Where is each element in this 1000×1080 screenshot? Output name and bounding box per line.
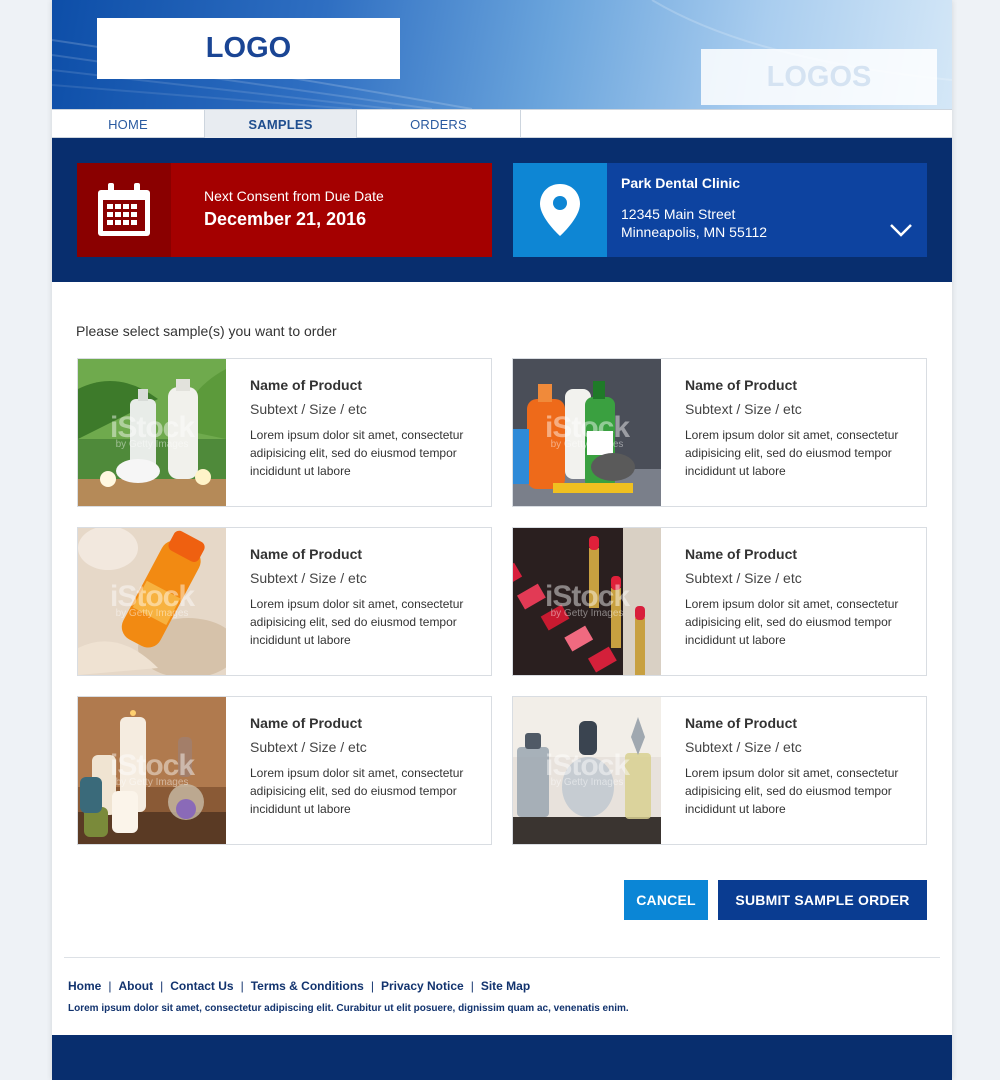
cleaning-supplies-photo: iStock by Getty Images bbox=[513, 359, 661, 506]
calendar-icon-box bbox=[77, 163, 171, 257]
clinic-selector[interactable]: Park Dental Clinic 12345 Main Street Min… bbox=[513, 163, 927, 257]
chevron-down-icon[interactable] bbox=[889, 222, 913, 238]
product-card[interactable]: iStock by Getty Images Name of Product Su… bbox=[512, 358, 927, 507]
footer-separator: | bbox=[470, 979, 474, 993]
footer-link-privacy[interactable]: Privacy Notice bbox=[381, 979, 464, 993]
header: LOGO LOGOS bbox=[52, 0, 952, 109]
product-subtext: Subtext / Size / etc bbox=[250, 739, 367, 755]
partner-logo-text: LOGOS bbox=[766, 60, 872, 93]
cancel-button[interactable]: CANCEL bbox=[624, 880, 708, 920]
product-description: Lorem ipsum dolor sit amet, consectetur … bbox=[250, 428, 464, 478]
page: LOGO LOGOS HOME SAMPLES ORDERS Next Cons… bbox=[52, 0, 952, 1080]
product-subtext: Subtext / Size / etc bbox=[250, 570, 367, 586]
clinic-name: Park Dental Clinic bbox=[621, 175, 741, 191]
product-name: Name of Product bbox=[685, 546, 798, 562]
footer-link-contact[interactable]: Contact Us bbox=[170, 979, 233, 993]
product-card[interactable]: iStock by Getty Images Name of Product Su… bbox=[512, 527, 927, 676]
product-subtext: Subtext / Size / etc bbox=[250, 401, 367, 417]
footer-separator: | bbox=[370, 979, 374, 993]
watermark: iStock by Getty Images bbox=[109, 411, 195, 450]
logo[interactable]: LOGO bbox=[97, 18, 400, 79]
product-description: Lorem ipsum dolor sit amet, consectetur … bbox=[685, 766, 899, 816]
footer-divider bbox=[64, 957, 940, 958]
product-card[interactable]: iStock by Getty Images Name of Product Su… bbox=[77, 358, 492, 507]
perfume-bottles-photo: iStock by Getty Images bbox=[513, 697, 661, 844]
candles-photo: iStock by Getty Images bbox=[78, 697, 226, 844]
product-name: Name of Product bbox=[250, 546, 363, 562]
footer-link-home[interactable]: Home bbox=[68, 979, 101, 993]
spa-bottles-photo: iStock by Getty Images bbox=[78, 359, 226, 506]
product-card[interactable]: iStock by Getty Images Name of Product Su… bbox=[512, 696, 927, 845]
due-date-value: December 21, 2016 bbox=[204, 209, 367, 229]
map-pin-icon bbox=[540, 184, 580, 236]
footer-links: Home | About | Contact Us | Terms & Cond… bbox=[68, 979, 530, 993]
logo-text: LOGO bbox=[205, 32, 292, 64]
footer-text: Lorem ipsum dolor sit amet, consectetur … bbox=[68, 1003, 629, 1014]
map-pin-icon-box bbox=[513, 163, 607, 257]
footer-link-terms[interactable]: Terms & Conditions bbox=[251, 979, 364, 993]
due-date-label: Next Consent from Due Date bbox=[204, 188, 384, 204]
watermark: iStock by Getty Images bbox=[109, 749, 195, 788]
watermark: iStock by Getty Images bbox=[544, 749, 630, 788]
footer-separator: | bbox=[240, 979, 244, 993]
product-subtext: Subtext / Size / etc bbox=[685, 570, 802, 586]
product-name: Name of Product bbox=[250, 377, 363, 393]
footer-bar bbox=[52, 1035, 952, 1080]
instruction-text: Please select sample(s) you want to orde… bbox=[76, 323, 337, 339]
product-description: Lorem ipsum dolor sit amet, consectetur … bbox=[250, 597, 464, 647]
clinic-city-state-zip: Minneapolis, MN 55112 bbox=[621, 224, 768, 240]
product-card[interactable]: iStock by Getty Images Name of Product Su… bbox=[77, 527, 492, 676]
product-card[interactable]: iStock by Getty Images Name of Product Su… bbox=[77, 696, 492, 845]
lipsticks-photo: iStock by Getty Images bbox=[513, 528, 661, 675]
footer-separator: | bbox=[160, 979, 164, 993]
nav-item-orders[interactable]: ORDERS bbox=[357, 110, 521, 138]
info-banner: Next Consent from Due Date December 21, … bbox=[52, 138, 952, 282]
main-nav: HOME SAMPLES ORDERS bbox=[52, 109, 952, 138]
footer-link-about[interactable]: About bbox=[118, 979, 153, 993]
product-name: Name of Product bbox=[685, 377, 798, 393]
clinic-street: 12345 Main Street bbox=[621, 206, 736, 222]
footer-separator: | bbox=[108, 979, 112, 993]
nav-item-home[interactable]: HOME bbox=[52, 110, 205, 138]
product-subtext: Subtext / Size / etc bbox=[685, 739, 802, 755]
nav-item-samples[interactable]: SAMPLES bbox=[205, 110, 357, 138]
product-name: Name of Product bbox=[685, 715, 798, 731]
sunscreen-photo: iStock by Getty Images bbox=[78, 528, 226, 675]
product-name: Name of Product bbox=[250, 715, 363, 731]
calendar-icon bbox=[98, 183, 150, 236]
due-date-card: Next Consent from Due Date December 21, … bbox=[77, 163, 492, 257]
footer-link-sitemap[interactable]: Site Map bbox=[481, 979, 530, 993]
watermark: iStock by Getty Images bbox=[544, 580, 630, 619]
product-description: Lorem ipsum dolor sit amet, consectetur … bbox=[685, 597, 899, 647]
watermark: iStock by Getty Images bbox=[544, 411, 630, 450]
product-subtext: Subtext / Size / etc bbox=[685, 401, 802, 417]
watermark: iStock by Getty Images bbox=[109, 580, 195, 619]
submit-sample-order-button[interactable]: SUBMIT SAMPLE ORDER bbox=[718, 880, 927, 920]
partner-logo: LOGOS bbox=[701, 49, 937, 105]
product-description: Lorem ipsum dolor sit amet, consectetur … bbox=[685, 428, 899, 478]
product-description: Lorem ipsum dolor sit amet, consectetur … bbox=[250, 766, 464, 816]
